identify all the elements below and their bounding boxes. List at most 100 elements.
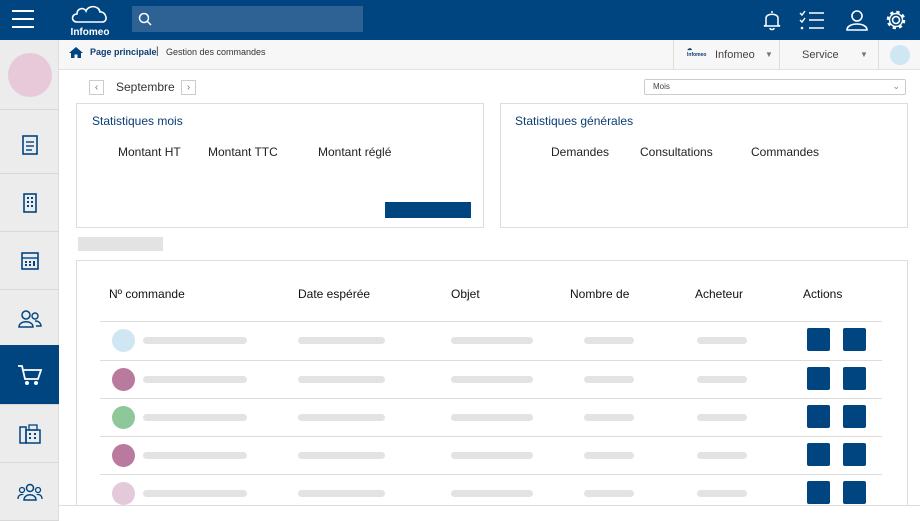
row-action-button[interactable] (843, 405, 866, 428)
sidebar-avatar[interactable] (0, 40, 59, 110)
column-header: Objet (451, 287, 480, 301)
placeholder-text (298, 337, 385, 344)
row-action-button[interactable] (843, 481, 866, 504)
row-avatar (112, 329, 135, 352)
period-select-value: Mois (653, 82, 670, 91)
building-icon (22, 192, 37, 213)
sidebar-item-buildings[interactable] (0, 174, 59, 232)
home-icon[interactable] (69, 46, 83, 58)
placeholder-text (143, 337, 247, 344)
row-action-button[interactable] (843, 328, 866, 351)
placeholder-text (143, 452, 247, 459)
org-name: Infomeo (715, 49, 755, 61)
card-title: Statistiques mois (92, 114, 183, 128)
user-icon[interactable] (845, 8, 869, 32)
placeholder-text (697, 337, 747, 344)
stat-label: Demandes (551, 145, 610, 159)
placeholder-text (451, 337, 533, 344)
chevron-down-icon: ▼ (860, 50, 868, 59)
placeholder-text (697, 490, 747, 497)
sidebar-item-calculator[interactable] (0, 232, 59, 290)
checklist-icon[interactable] (799, 9, 825, 31)
stat-label: Consultations (640, 145, 713, 159)
placeholder-text (451, 414, 533, 421)
column-header: Actions (803, 287, 843, 301)
placeholder-bar (78, 237, 163, 251)
row-avatar (112, 406, 135, 429)
gear-icon[interactable] (884, 8, 908, 32)
menu-icon[interactable] (12, 10, 34, 28)
sidebar-item-contacts[interactable] (0, 290, 59, 348)
placeholder-text (298, 414, 385, 421)
row-divider (100, 360, 882, 361)
row-action-button[interactable] (807, 405, 830, 428)
month-label: Septembre (116, 80, 175, 94)
orders-table-card (76, 260, 908, 520)
breadcrumb-home[interactable]: Page principale (90, 47, 157, 57)
top-bar: Infomeo (0, 0, 920, 40)
sidebar-item-teams[interactable] (0, 463, 59, 521)
org-logo: ☁ Infomeo (687, 46, 707, 58)
period-select[interactable]: Mois ⌄ (644, 79, 906, 95)
placeholder-text (298, 490, 385, 497)
placeholder-text (584, 452, 634, 459)
document-icon (21, 134, 38, 155)
row-action-button[interactable] (807, 328, 830, 351)
column-header: Date espérée (298, 287, 371, 301)
chevron-down-icon: ▼ (765, 50, 773, 59)
sidebar-item-phone[interactable] (0, 405, 59, 463)
sidebar-item-documents[interactable] (0, 116, 59, 174)
row-action-button[interactable] (807, 367, 830, 390)
stat-label: Montant HT (118, 145, 181, 159)
placeholder-text (584, 337, 634, 344)
group-icon (16, 483, 43, 501)
placeholder-text (143, 490, 247, 497)
row-divider (100, 321, 882, 322)
calculator-icon (20, 251, 39, 270)
stats-month-card: Statistiques mois Montant HT Montant TTC… (76, 103, 484, 228)
placeholder-text (451, 376, 533, 383)
action-button[interactable] (385, 202, 471, 218)
stats-general-card: Statistiques générales Demandes Consulta… (500, 103, 908, 228)
row-action-button[interactable] (807, 481, 830, 504)
stat-label: Montant TTC (208, 145, 278, 159)
fax-icon (18, 423, 41, 444)
placeholder-text (584, 376, 634, 383)
column-header: Nº commande (109, 287, 185, 301)
placeholder-text (584, 414, 634, 421)
breadcrumb-bar: Page principale | Gestion des commandes … (59, 40, 920, 70)
sidebar (0, 40, 59, 521)
breadcrumb-current: Gestion des commandes (166, 47, 266, 57)
placeholder-text (143, 414, 247, 421)
user-avatar[interactable] (890, 45, 910, 65)
placeholder-text (697, 414, 747, 421)
placeholder-text (584, 490, 634, 497)
row-action-button[interactable] (807, 443, 830, 466)
column-header: Nombre de (570, 287, 630, 301)
chevron-down-icon: ⌄ (892, 81, 900, 91)
service-selector[interactable]: Service ▼ (780, 40, 879, 70)
sidebar-item-orders[interactable] (0, 345, 59, 405)
infomeo-logo[interactable]: Infomeo (69, 3, 111, 38)
placeholder-text (143, 376, 247, 383)
search-input[interactable] (132, 6, 363, 32)
stat-label: Commandes (751, 145, 820, 159)
bell-icon[interactable] (761, 9, 783, 31)
users-icon (17, 309, 42, 328)
placeholder-text (697, 376, 747, 383)
row-action-button[interactable] (843, 443, 866, 466)
column-header: Acheteur (695, 287, 744, 301)
service-label: Service (802, 49, 839, 61)
row-avatar (112, 368, 135, 391)
placeholder-text (298, 376, 385, 383)
row-avatar (112, 444, 135, 467)
search-icon (138, 12, 152, 26)
org-selector[interactable]: ☁ Infomeo Infomeo ▼ (673, 40, 780, 70)
prev-month-button[interactable]: ‹ (89, 80, 104, 95)
footer (59, 505, 920, 520)
next-month-button[interactable]: › (181, 80, 196, 95)
avatar (7, 52, 52, 97)
row-action-button[interactable] (843, 367, 866, 390)
cart-icon (17, 364, 42, 385)
card-title: Statistiques générales (515, 114, 634, 128)
